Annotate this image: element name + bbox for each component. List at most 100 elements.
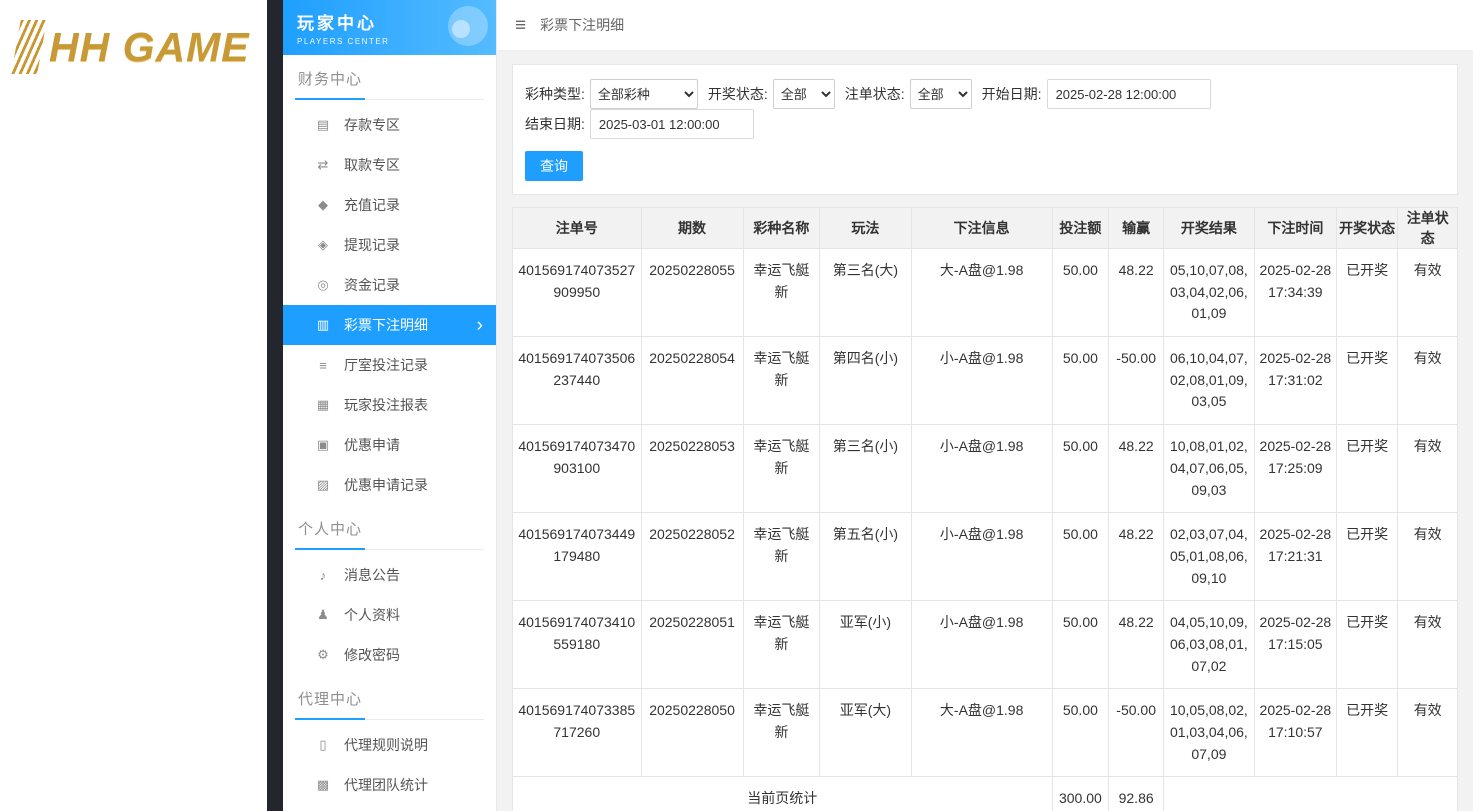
table-cell: 2025-02-28 17:25:09 (1253, 424, 1337, 514)
withdrawal-record-icon: ◈ (318, 237, 328, 252)
table-cell: 第五名(小) (819, 512, 912, 602)
lottery-type-label: 彩种类型: (525, 86, 585, 102)
table-cell: 10,08,01,02,04,07,06,05,09,03 (1163, 424, 1255, 514)
sidebar-header: 玩家中心 PLAYERS CENTER (283, 0, 496, 55)
table-cell: 48.22 (1108, 600, 1165, 690)
column-header: 玩法 (819, 207, 912, 249)
sidebar-item-label: 提现记录 (344, 237, 400, 253)
summary-row: 当前页统计 300.00 92.86 (512, 776, 1458, 811)
table-cell: 50.00 (1051, 336, 1110, 426)
sidebar-item[interactable]: ◈ 提现记录 (283, 225, 496, 265)
lottery-type-select[interactable]: 全部彩种 (589, 79, 698, 109)
column-header: 期数 (640, 207, 744, 249)
sidebar-item[interactable]: ⚙ 修改密码 (283, 635, 496, 675)
bet-table-card: 注单号 期数 彩种名称 玩法 下注信息 投注额 输赢 开奖结果 下注时间 开奖状态 注单状态 4015… (512, 207, 1458, 811)
table-cell: 有效 (1397, 424, 1458, 514)
table-cell: 10,05,08,02,01,03,04,06,07,09 (1163, 688, 1255, 778)
sidebar-item[interactable]: ≡ 厅室投注记录 (283, 345, 496, 385)
hall-bet-record-icon: ≡ (319, 357, 327, 373)
topbar: ≡ 彩票下注明细 (497, 0, 1473, 51)
sidebar-item-label: 厅室投注记录 (344, 357, 428, 373)
filter-panel: 彩种类型: 全部彩种 开奖状态: 全部 注单状态: 全部 开始日期: 2025-… (512, 64, 1458, 195)
table-cell: 50.00 (1051, 688, 1110, 778)
table-cell: 小-A盘@1.98 (910, 424, 1053, 514)
column-header: 注单号 (512, 207, 642, 249)
sidebar-item[interactable]: ⇄ 取款专区 (283, 145, 496, 185)
sidebar-item-label: 取款专区 (344, 157, 400, 173)
table-cell: 401569174073527909950 (512, 247, 642, 338)
promo-record-icon: ▨ (316, 477, 330, 492)
lottery-bet-detail-icon: ▥ (316, 317, 330, 332)
sidebar-item[interactable]: ▨ 优惠申请记录 (283, 465, 496, 505)
sidebar-item-label: 资金记录 (344, 277, 400, 293)
table-cell: 401569174073470903100 (512, 424, 642, 514)
sidebar-item-label: 代理规则说明 (344, 737, 428, 753)
bell-icon: ♪ (319, 567, 327, 583)
logo-panel: HH GAME (0, 0, 267, 811)
chevron-right-icon: › (476, 314, 483, 336)
table-cell: 已开奖 (1335, 600, 1399, 690)
draw-status-select[interactable]: 全部 (772, 79, 835, 109)
column-header: 投注额 (1051, 207, 1110, 249)
column-header: 开奖状态 (1335, 207, 1399, 249)
sidebar-item[interactable]: ▥ 彩票下注明细 › (283, 305, 496, 345)
sidebar-item[interactable]: ▩ 代理团队统计 (283, 765, 496, 805)
table-row: 401569174073527909950 20250228055 幸运飞艇新 第三名… (512, 247, 1458, 338)
end-date-input[interactable] (589, 109, 754, 139)
section-title: 个人中心 (295, 518, 484, 550)
table-cell: 幸运飞艇新 (742, 512, 821, 602)
table-cell: 20250228055 (640, 247, 744, 338)
sidebar-item[interactable]: ▤ 存款专区 (283, 105, 496, 145)
table-cell: 20250228052 (640, 512, 744, 602)
table-cell: 幸运飞艇新 (742, 688, 821, 778)
gamepad-icon (448, 6, 488, 46)
table-row: 401569174073385717260 20250228050 幸运飞艇新 亚军(… (512, 688, 1458, 778)
table-cell: 401569174073449179480 (512, 512, 642, 602)
query-button[interactable]: 查询 (525, 151, 583, 181)
page-title: 彩票下注明细 (540, 17, 625, 33)
sidebar-item-label: 优惠申请 (344, 437, 400, 453)
order-status-select[interactable]: 全部 (909, 79, 972, 109)
table-cell: 2025-02-28 17:31:02 (1253, 336, 1337, 426)
table-cell: 幸运飞艇新 (742, 424, 821, 514)
table-cell: 48.22 (1108, 424, 1165, 514)
end-date-label: 结束日期: (525, 116, 585, 132)
table-cell: 小-A盘@1.98 (910, 512, 1053, 602)
sidebar-item[interactable]: ◎ 资金记录 (283, 265, 496, 305)
column-header: 输赢 (1108, 207, 1165, 249)
logo[interactable]: HH GAME (11, 20, 267, 74)
table-row: 401569174073449179480 20250228052 幸运飞艇新 第五名… (512, 512, 1458, 602)
sidebar-item[interactable]: ▣ 优惠申请 (283, 425, 496, 465)
table-row: 401569174073470903100 20250228053 幸运飞艇新 第三名… (512, 424, 1458, 514)
summary-bet-total: 300.00 (1051, 776, 1110, 811)
sidebar-nav: 财务中心 ▤ 存款专区 ⇄ 取款专区 ◆ 充值记录 ◈ 提现记录 ◎ 资金记录 ▥ 彩票下注明细 › ≡ 厅室… (283, 55, 496, 811)
funds-record-icon: ◎ (317, 277, 329, 292)
table-cell: 小-A盘@1.98 (910, 336, 1053, 426)
collapsed-nav-strip (267, 0, 283, 811)
table-cell: 幸运飞艇新 (742, 600, 821, 690)
summary-empty-cell (1163, 776, 1458, 811)
sidebar-item[interactable]: ▯ 代理规则说明 (283, 725, 496, 765)
table-cell: 401569174073385717260 (512, 688, 642, 778)
sidebar-item[interactable]: ◆ 充值记录 (283, 185, 496, 225)
recharge-record-icon: ◆ (318, 197, 328, 212)
table-cell: 2025-02-28 17:15:05 (1253, 600, 1337, 690)
table-cell: 20250228050 (640, 688, 744, 778)
table-cell: 02,03,07,04,05,01,08,06,09,10 (1163, 512, 1255, 602)
sidebar-item[interactable]: ▦ 玩家投注报表 (283, 385, 496, 425)
table-cell: 有效 (1397, 600, 1458, 690)
menu-toggle-icon[interactable]: ≡ (515, 16, 526, 35)
column-header: 注单状态 (1397, 207, 1458, 249)
table-cell: 幸运飞艇新 (742, 336, 821, 426)
start-date-input[interactable] (1046, 79, 1211, 109)
logo-text: HH GAME (49, 23, 250, 70)
table-cell: -50.00 (1108, 688, 1165, 778)
promo-apply-icon: ▣ (316, 437, 330, 452)
table-header-row: 注单号 期数 彩种名称 玩法 下注信息 投注额 输赢 开奖结果 下注时间 开奖状态 注单状态 (512, 207, 1458, 249)
sidebar-item[interactable]: ♟ 个人资料 (283, 595, 496, 635)
summary-label: 当前页统计 (512, 776, 1053, 811)
table-cell: 2025-02-28 17:10:57 (1253, 688, 1337, 778)
sidebar-item[interactable]: ♪ 消息公告 (283, 555, 496, 595)
table-cell: 已开奖 (1335, 424, 1399, 514)
order-status-label: 注单状态: (844, 86, 905, 102)
